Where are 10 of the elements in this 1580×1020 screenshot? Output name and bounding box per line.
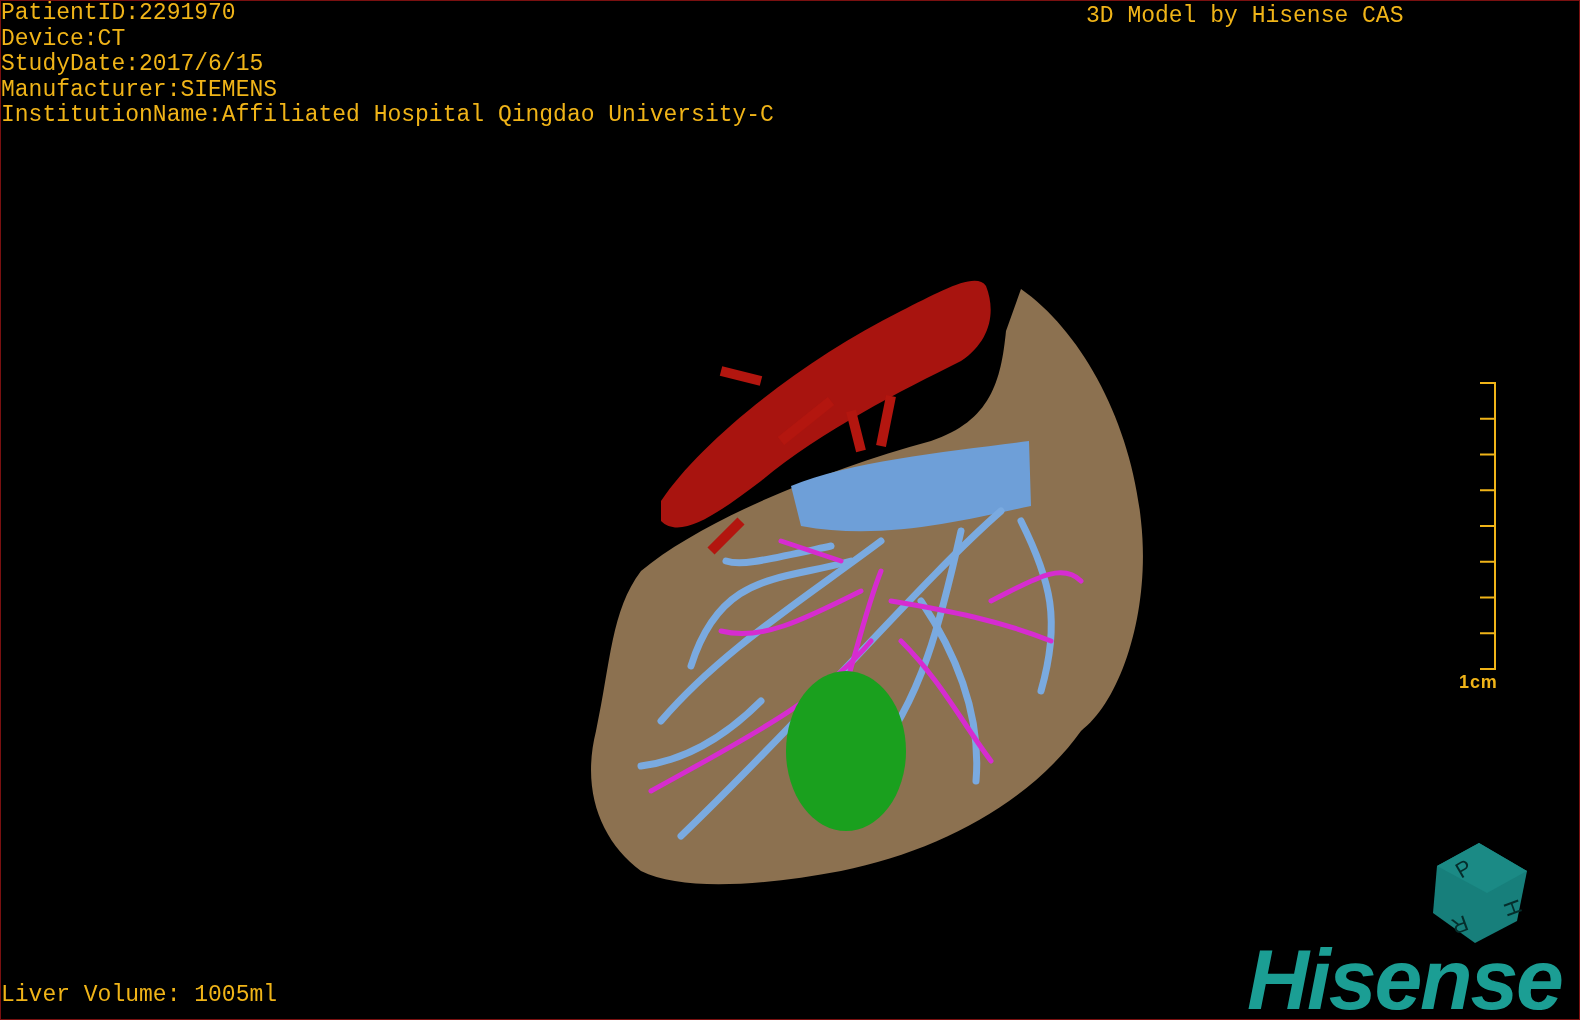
patient-info-text: StudyDate:2017/6/15 — [1, 52, 265, 78]
scale-bar-icon — [1478, 381, 1497, 671]
scale-label: 1cm — [1459, 671, 1498, 693]
patient-info-text: Device:CT — [1, 26, 127, 52]
patient-info-text: PatientID:2291970 — [1, 1, 237, 27]
patient-info-text: Manufacturer:SIEMENS — [1, 77, 279, 103]
model-credit-text: 3D Model by Hisense CAS — [1086, 2, 1404, 31]
patient-info-text: InstitutionName:Affiliated Hospital Qingdao University-C — [1, 103, 774, 129]
logo-text: Hisense — [1247, 936, 1562, 1019]
liver-volume-text: Liver Volume: 1005ml — [1, 981, 278, 1009]
